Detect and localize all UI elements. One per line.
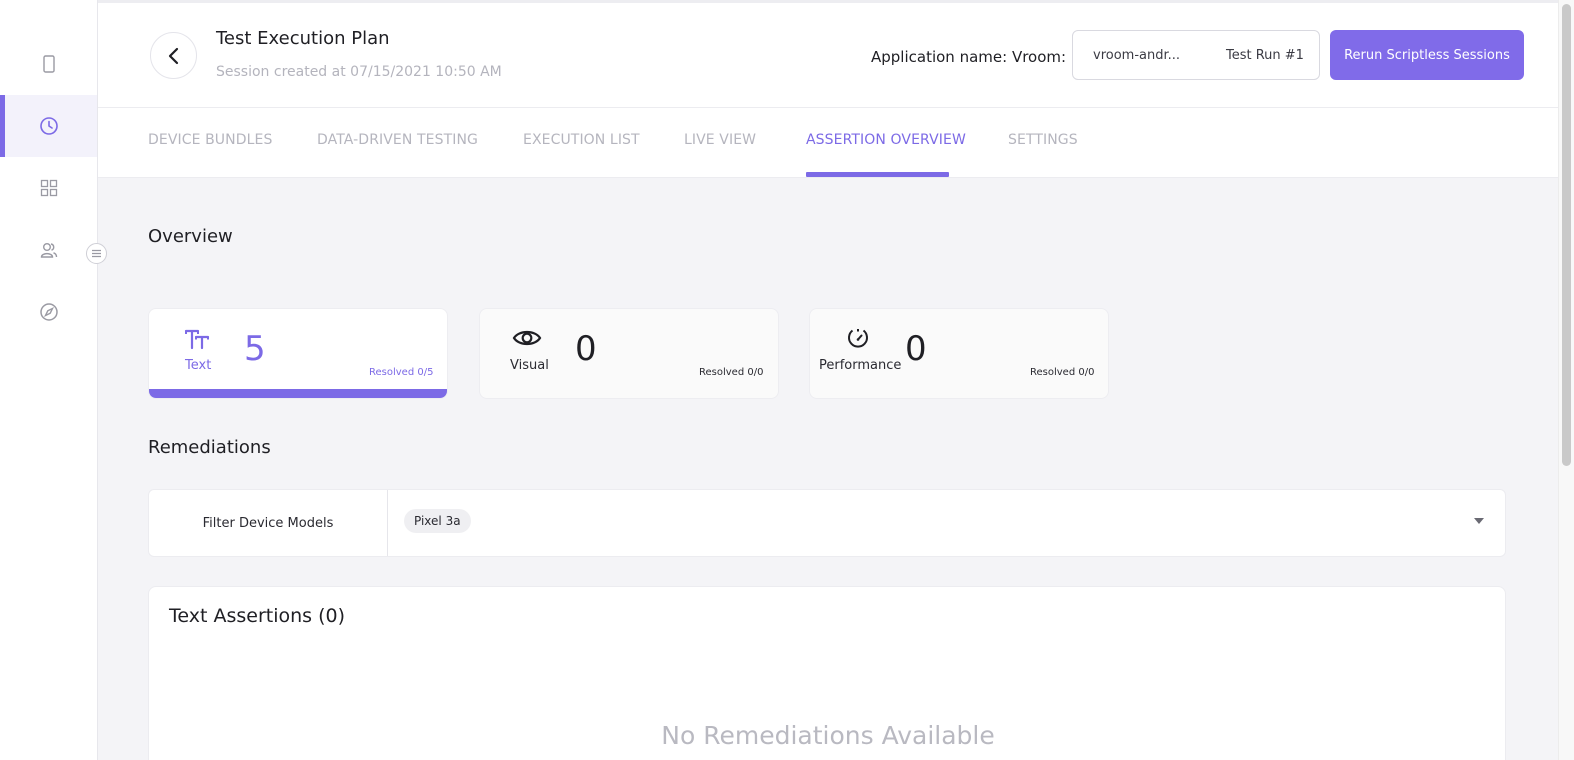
card-count: 0 [575, 329, 597, 369]
overview-heading: Overview [148, 226, 233, 247]
sidebar-item-explore[interactable] [0, 281, 97, 343]
rerun-scriptless-sessions-button[interactable]: Rerun Scriptless Sessions [1330, 30, 1524, 80]
grid-icon [40, 179, 57, 197]
active-tab-indicator [806, 172, 949, 177]
device-icon [42, 55, 55, 73]
sidebar [0, 0, 98, 760]
tab-assertion-overview[interactable]: ASSERTION OVERVIEW [806, 132, 966, 148]
filter-label: Filter Device Models [149, 490, 388, 556]
text-assertions-card[interactable]: Text 5 Resolved 0/5 [148, 308, 448, 399]
empty-state-message: No Remediations Available [661, 721, 995, 750]
scrollbar-thumb[interactable] [1562, 4, 1571, 466]
text-assertions-title: Text Assertions (0) [169, 605, 346, 627]
tab-device-bundles[interactable]: DEVICE BUNDLES [148, 132, 272, 148]
sidebar-item-history[interactable] [0, 95, 97, 157]
application-name-label: Application name: Vroom: [871, 48, 1067, 66]
device-model-chip[interactable]: Pixel 3a [404, 509, 471, 533]
text-icon [182, 324, 212, 354]
visual-assertions-card[interactable]: Visual 0 Resolved 0/0 [479, 308, 779, 399]
sidebar-collapse-button[interactable] [86, 243, 107, 264]
card-label: Text [185, 358, 212, 373]
tab-live-view[interactable]: LIVE VIEW [684, 132, 756, 148]
selected-test-run: Test Run #1 [1226, 48, 1304, 63]
menu-icon [92, 249, 101, 258]
tab-execution-list[interactable]: EXECUTION LIST [523, 132, 640, 148]
card-resolved: Resolved 0/0 [1030, 367, 1095, 378]
chevron-left-icon [168, 47, 178, 64]
sidebar-item-devices[interactable] [0, 33, 97, 95]
gauge-icon [843, 323, 873, 353]
tab-settings[interactable]: SETTINGS [1008, 132, 1078, 148]
page-title: Test Execution Plan [216, 28, 390, 49]
sidebar-item-team[interactable] [0, 219, 97, 281]
chevron-down-icon[interactable] [1474, 518, 1484, 524]
selected-application: vroom-andr... [1093, 48, 1181, 63]
card-label: Visual [510, 358, 549, 373]
back-button[interactable] [150, 32, 197, 79]
card-count: 5 [244, 329, 266, 369]
compass-icon [39, 303, 58, 321]
tab-bar: DEVICE BUNDLES DATA-DRIVEN TESTING EXECU… [98, 108, 1558, 178]
text-assertions-panel: Text Assertions (0) No Remediations Avai… [148, 586, 1506, 760]
card-count: 0 [905, 329, 927, 369]
sidebar-item-dashboard[interactable] [0, 157, 97, 219]
users-icon [40, 243, 57, 258]
remediations-heading: Remediations [148, 437, 271, 458]
performance-assertions-card[interactable]: Performance 0 Resolved 0/0 [809, 308, 1109, 399]
page-header: Test Execution Plan Session created at 0… [98, 0, 1558, 108]
device-model-filter: Filter Device Models Pixel 3a [148, 489, 1506, 557]
card-label: Performance [819, 358, 902, 373]
page-scrollbar[interactable] [1558, 0, 1574, 760]
card-resolved: Resolved 0/0 [699, 367, 764, 378]
session-timestamp: Session created at 07/15/2021 10:50 AM [216, 64, 502, 80]
clock-icon [39, 117, 58, 135]
tab-data-driven-testing[interactable]: DATA-DRIVEN TESTING [317, 132, 478, 148]
card-resolved: Resolved 0/5 [369, 367, 434, 378]
application-run-selector[interactable]: vroom-andr... Test Run #1 [1072, 30, 1320, 80]
eye-icon [512, 323, 542, 353]
active-card-indicator [149, 389, 447, 398]
